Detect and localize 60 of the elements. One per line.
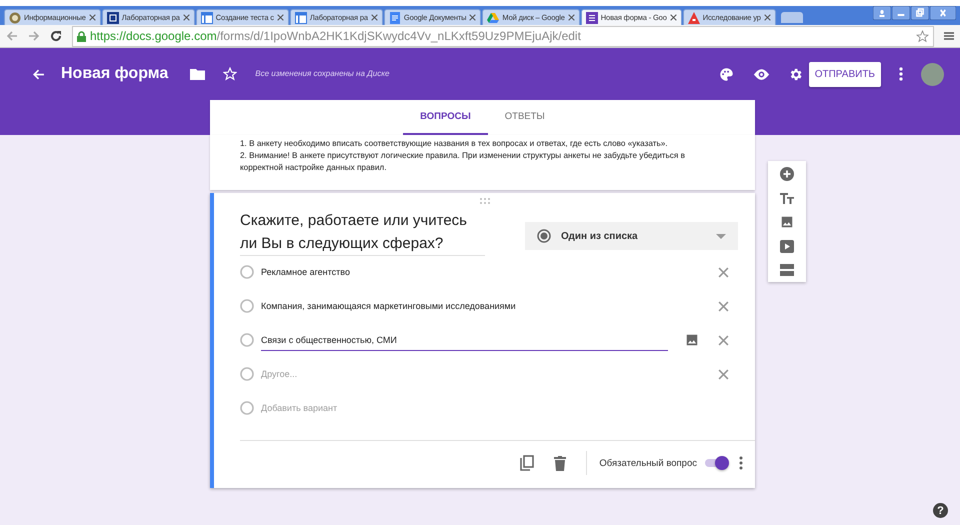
remove-icon[interactable] bbox=[718, 300, 729, 312]
radio-circle-icon bbox=[240, 333, 254, 347]
folder-icon[interactable] bbox=[190, 68, 206, 80]
settings-icon[interactable] bbox=[788, 66, 803, 82]
close-icon[interactable] bbox=[568, 14, 575, 21]
trash-icon[interactable] bbox=[554, 456, 566, 470]
eye-icon[interactable] bbox=[752, 68, 770, 80]
image-icon[interactable] bbox=[685, 333, 699, 347]
form-title: Новая форма bbox=[61, 65, 168, 83]
close-icon[interactable] bbox=[764, 14, 771, 21]
close-icon[interactable] bbox=[469, 14, 476, 21]
send-button[interactable]: ОТПРАВИТЬ bbox=[808, 62, 881, 86]
address-bar[interactable]: https://docs.google.com/forms/d/1IpoWnbA2HK1KdjSKwydc4Vv_nLKxft59Uz9PMEjuAjk/edit bbox=[72, 26, 934, 46]
description-text: 2. Внимание! В анкете присутствуют логические правила. При изменении структуры анкеты не забудьте убедиться в корректной настройке данных правил. bbox=[240, 150, 686, 174]
dropdown-caret-icon bbox=[716, 234, 726, 238]
save-status: Все изменения сохранены на Диске bbox=[255, 69, 390, 79]
remove-icon[interactable] bbox=[718, 334, 729, 346]
option-field[interactable]: Рекламное агентство bbox=[261, 262, 668, 282]
close-icon[interactable] bbox=[370, 14, 378, 21]
radio-circle-icon bbox=[240, 299, 254, 313]
radio-button-icon bbox=[537, 229, 551, 243]
triangle-icon bbox=[487, 12, 500, 24]
radio-circle-icon bbox=[240, 401, 254, 415]
close-icon[interactable] bbox=[930, 6, 956, 20]
globe-icon bbox=[9, 12, 21, 24]
remove-icon[interactable] bbox=[718, 266, 729, 278]
palette-icon[interactable] bbox=[718, 66, 734, 82]
form-tab[interactable]: ОТВЕТЫ bbox=[488, 100, 562, 135]
option-field[interactable]: Компания, занимающаяся маркетинговыми исследованиями bbox=[261, 296, 668, 316]
star-icon[interactable] bbox=[916, 30, 929, 42]
section-icon[interactable] bbox=[780, 264, 794, 276]
restore-icon[interactable] bbox=[911, 6, 929, 20]
minimize-icon[interactable] bbox=[892, 6, 910, 20]
add-circle-icon[interactable] bbox=[780, 167, 794, 181]
option-field[interactable]: Связи с общественностью, СМИ bbox=[261, 330, 668, 350]
close-icon[interactable] bbox=[670, 14, 677, 21]
padlock-icon bbox=[77, 30, 86, 42]
description-text: 1. В анкету необходимо вписать соответствующие названия в тех вопросах и ответах, где есть слово «указать». bbox=[240, 138, 669, 150]
required-toggle[interactable] bbox=[703, 456, 729, 470]
close-icon[interactable] bbox=[276, 14, 284, 21]
more-vertical-icon[interactable] bbox=[899, 67, 903, 81]
radio-circle-icon bbox=[240, 367, 254, 381]
close-icon[interactable] bbox=[88, 14, 96, 21]
radio-circle-icon bbox=[240, 265, 254, 279]
image-icon[interactable] bbox=[780, 215, 794, 229]
user-icon[interactable] bbox=[873, 6, 891, 20]
drag-handle-icon[interactable] bbox=[480, 198, 490, 204]
avatar[interactable] bbox=[921, 62, 944, 86]
menu-icon[interactable] bbox=[944, 31, 954, 41]
video-icon[interactable] bbox=[780, 240, 794, 253]
question-type-dropdown[interactable]: Один из списка bbox=[525, 222, 738, 250]
text-size-icon[interactable] bbox=[780, 192, 794, 204]
copy-icon[interactable] bbox=[520, 455, 534, 471]
more-vertical-icon[interactable] bbox=[739, 456, 743, 470]
close-icon[interactable] bbox=[182, 14, 190, 21]
required-label: Обязательный вопрос bbox=[599, 458, 697, 468]
remove-icon[interactable] bbox=[718, 368, 729, 380]
question-title-field[interactable]: Скажите, работаете или учитесь ли Вы в следующих сферах? bbox=[240, 209, 485, 256]
help-button[interactable]: ? bbox=[933, 503, 948, 518]
reload-icon[interactable] bbox=[50, 30, 62, 42]
